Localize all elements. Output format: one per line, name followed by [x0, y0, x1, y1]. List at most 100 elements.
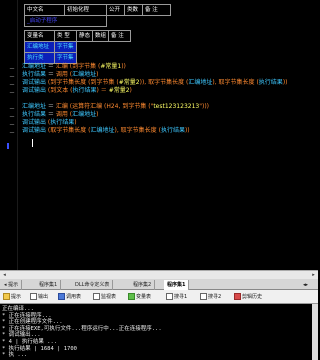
tab-hint[interactable]: ◂ 提示: [1, 280, 23, 290]
table-row: _启动子程序: [24, 15, 171, 27]
code-token: 执行结果: [22, 71, 47, 78]
column-header: 变量名: [24, 30, 55, 42]
code-line[interactable]: 汇编地址 ＝ 汇编 (到字节集 (#常量1)): [22, 63, 126, 71]
variable-table[interactable]: 变量名 类 型 静态 数组 备 注 汇编地址 字节集 执行类 字节集: [24, 30, 132, 64]
code-token: 调试输出: [22, 79, 47, 86]
code-token: 汇编地址: [72, 111, 97, 118]
call-table-label: 调用表: [66, 294, 82, 300]
current-line-marker: [7, 143, 9, 149]
fold-marker[interactable]: －: [9, 90, 15, 98]
table-header-row: 变量名 类 型 静态 数组 备 注: [24, 30, 132, 42]
hint-label: 提示: [11, 294, 22, 300]
output-console[interactable]: 正在编译... * 正在连接程序... * 正在创建程序文件... * 正在连接…: [0, 304, 318, 360]
editor-gutter: － － － － － － － －: [0, 0, 18, 270]
code-line[interactable]: 调试输出 (到文本 (执行结果) ＝ #常量2): [22, 87, 132, 95]
console-line: 正在编译...: [2, 306, 34, 312]
tab-program-set-2[interactable]: 程序集2: [130, 280, 156, 290]
fold-marker[interactable]: －: [9, 74, 15, 82]
table-cell[interactable]: [109, 53, 131, 64]
code-token: 执行结果: [22, 111, 47, 118]
hint-icon: [3, 293, 10, 300]
console-scrollbar[interactable]: [312, 304, 318, 360]
code-token: 汇编地址: [188, 79, 213, 86]
hint-button[interactable]: 提示: [3, 292, 21, 302]
watch-table-button[interactable]: 监视表: [93, 292, 116, 302]
tab-program-set-1-active[interactable]: 程序集1: [164, 280, 190, 290]
table-cell[interactable]: 字节集: [54, 41, 77, 53]
scroll-right-icon[interactable]: ▸: [309, 271, 318, 279]
fold-marker[interactable]: －: [9, 82, 15, 90]
code-token: ): [129, 87, 132, 94]
code-token: 汇编地址: [90, 127, 115, 134]
table-cell[interactable]: 备 注: [142, 4, 171, 16]
code-token: (到文本 (: [46, 87, 73, 94]
code-line[interactable]: 执行结果 ＝ 调用 (汇编地址): [22, 111, 98, 119]
column-header: 备 注: [108, 30, 132, 42]
code-editor[interactable]: － － － － － － － － 中文名 初始化程 公开 类数 备 注 _启动子程…: [0, 0, 318, 270]
variable-table-label: 变量表: [136, 294, 152, 300]
tab-dll-commands[interactable]: DLL命令定义表: [72, 280, 114, 290]
call-table-icon: [58, 293, 65, 300]
watch-table-icon: [93, 293, 100, 300]
console-line: * 执 ...: [2, 352, 28, 359]
code-line[interactable]: 调试输出 (取字节集长度 (汇编地址), 取字节集长度 (执行结果)): [22, 127, 190, 135]
fold-marker[interactable]: －: [9, 122, 15, 130]
code-token: ): [96, 71, 99, 78]
table-cell[interactable]: [77, 53, 93, 64]
code-token: 调试输出: [22, 119, 47, 126]
table-cell[interactable]: 中文名: [24, 4, 65, 16]
fold-marker[interactable]: －: [9, 114, 15, 122]
code-line[interactable]: 汇编地址 ＝ 汇编 (运算符汇编 (H24, 到字节集 ("test123123…: [22, 103, 209, 111]
code-token: "))): [199, 103, 210, 110]
tab-program-set-1[interactable]: 程序集1: [36, 280, 62, 290]
clip-history-button[interactable]: 剪辑历史: [234, 292, 262, 302]
table-cell[interactable]: 汇编地址: [24, 41, 55, 53]
table-cell[interactable]: 字节集: [54, 52, 77, 64]
variable-table-button[interactable]: 变量表: [128, 292, 151, 302]
search2-button[interactable]: 搜寻2: [200, 292, 221, 302]
fold-marker[interactable]: －: [9, 106, 15, 114]
table-cell[interactable]: _启动子程序: [24, 15, 107, 27]
code-token: 执行结果: [50, 119, 75, 126]
output-icon: [30, 293, 37, 300]
code-token: )): [184, 127, 190, 134]
fold-marker[interactable]: －: [9, 66, 15, 74]
code-token: )), 取字节集长度 (: [139, 79, 189, 86]
table-cell[interactable]: [143, 16, 171, 27]
search1-button[interactable]: 搜寻1: [166, 292, 187, 302]
output-label: 输出: [38, 294, 49, 300]
call-table-button[interactable]: 调用表: [58, 292, 81, 302]
code-line[interactable]: 调试输出 (到字节集长度 (到字节集 (#常量2)), 取字节集长度 (汇编地址…: [22, 79, 288, 87]
horizontal-scrollbar[interactable]: ◂ ▸: [0, 270, 318, 279]
column-header: 数组: [92, 30, 110, 42]
code-token: 执行结果: [72, 87, 97, 94]
search2-icon: [200, 293, 207, 300]
code-line[interactable]: 执行结果 ＝ 调用 (汇编地址): [22, 71, 98, 79]
code-token: 汇编: [55, 63, 68, 70]
clip-history-label: 剪辑历史: [242, 294, 263, 300]
subroutine-table[interactable]: 中文名 初始化程 公开 类数 备 注 _启动子程序: [24, 4, 171, 27]
code-line[interactable]: 调试输出 (执行结果): [22, 119, 77, 127]
table-cell[interactable]: [125, 16, 143, 27]
table-cell[interactable]: [109, 42, 131, 53]
table-cell[interactable]: [106, 15, 125, 27]
table-cell[interactable]: [93, 53, 109, 64]
table-cell[interactable]: 初始化程: [64, 4, 107, 16]
clip-history-icon: [234, 293, 241, 300]
code-token: ): [74, 119, 77, 126]
scroll-left-icon[interactable]: ◂: [0, 271, 9, 279]
table-cell[interactable]: 执行类: [24, 52, 55, 64]
table-row[interactable]: 执行类 字节集: [24, 52, 131, 64]
code-token: ): [96, 111, 99, 118]
table-cell[interactable]: 公开: [106, 4, 125, 16]
output-button[interactable]: 输出: [30, 292, 48, 302]
table-row[interactable]: 汇编地址 字节集: [24, 41, 131, 53]
tab-nav-icon[interactable]: ◂▸: [300, 280, 311, 290]
search1-label: 搜寻1: [174, 294, 188, 300]
fold-marker[interactable]: －: [9, 130, 15, 138]
console-line: * 调试输出...: [2, 332, 41, 339]
table-cell[interactable]: [77, 42, 93, 53]
table-cell[interactable]: 类数: [124, 4, 143, 16]
code-token: #常量1: [100, 63, 122, 70]
table-cell[interactable]: [93, 42, 109, 53]
